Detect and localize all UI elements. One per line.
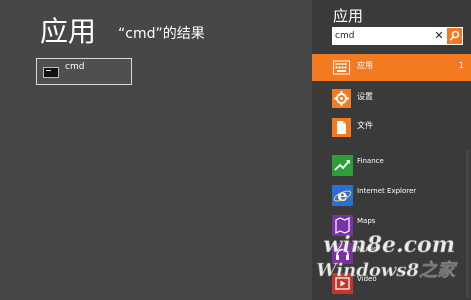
maps-icon [332, 215, 353, 236]
app-item-finance[interactable]: Finance [312, 152, 471, 179]
internet-explorer-icon: e [332, 185, 353, 206]
music-icon [332, 243, 353, 264]
app-label: Maps [357, 217, 376, 225]
app-item-video[interactable]: Video [312, 270, 471, 297]
file-icon [332, 118, 351, 137]
apps-keyboard-icon [333, 60, 350, 75]
app-label: Music [357, 245, 377, 253]
windows8-search-screen: 应用 “cmd”的结果 cmd 应用 ✕ [0, 0, 471, 300]
video-icon [332, 273, 353, 294]
app-label: Video [357, 275, 377, 283]
result-tile-label: cmd [65, 62, 85, 72]
search-input[interactable] [335, 28, 431, 44]
app-item-internet-explorer[interactable]: e Internet Explorer [312, 182, 471, 209]
result-tile-cmd[interactable]: cmd [36, 58, 132, 85]
app-item-music[interactable]: Music [312, 240, 471, 267]
scope-count: 1 [458, 61, 464, 70]
search-icon [449, 30, 460, 41]
scope-settings[interactable]: 设置 [312, 85, 471, 112]
scope-label: 文件 [357, 121, 373, 130]
search-button[interactable] [447, 28, 462, 44]
search-box: ✕ [332, 27, 463, 45]
scope-label: 应用 [357, 61, 373, 70]
scope-files[interactable]: 文件 [312, 114, 471, 141]
app-label: Internet Explorer [357, 187, 417, 195]
scope-label: 设置 [357, 92, 373, 101]
gear-icon [332, 89, 351, 108]
app-label: Finance [357, 157, 384, 165]
results-subtitle: “cmd”的结果 [118, 26, 205, 42]
results-pane: 应用 “cmd”的结果 cmd [0, 0, 312, 300]
finance-icon [332, 155, 353, 176]
app-list-scrollbar[interactable] [466, 150, 469, 298]
charm-title: 应用 [333, 7, 364, 25]
results-title: 应用 [40, 15, 97, 48]
svg-text:e: e [337, 186, 347, 205]
scope-apps[interactable]: 应用 1 [312, 54, 471, 81]
search-charm: 应用 ✕ [312, 0, 471, 300]
clear-search-button[interactable]: ✕ [433, 28, 445, 44]
app-item-maps[interactable]: Maps [312, 212, 471, 239]
command-prompt-icon [43, 67, 59, 78]
